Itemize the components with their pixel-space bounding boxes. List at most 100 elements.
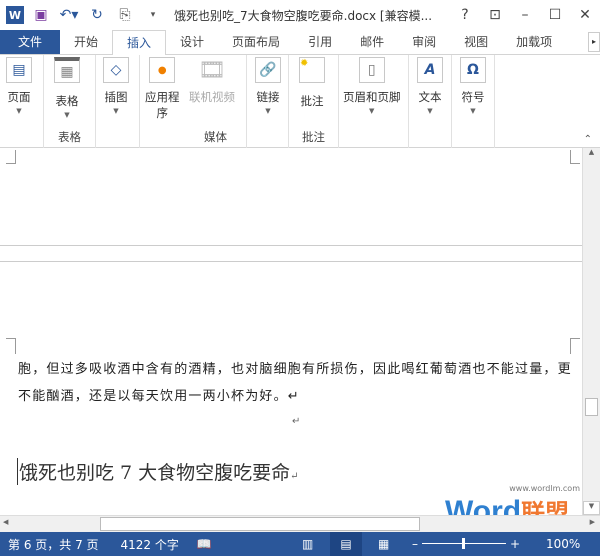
symbols-group: Ω 符号 ▼ [452, 55, 495, 148]
save-icon[interactable]: ▣ [30, 4, 52, 26]
pages-label: 页面 [7, 90, 31, 104]
zoom-level[interactable]: 100% [546, 537, 580, 551]
horizontal-scrollbar[interactable]: ◀ ▶ [0, 515, 600, 532]
apps-label: 应用程 [145, 90, 180, 104]
app-icon: ● [149, 57, 176, 83]
customize-qat-icon[interactable]: ▾ [142, 4, 164, 26]
paragraph-mark: ↵ [290, 471, 299, 482]
illustrations-group: ◇ 插图 ▼ [96, 55, 140, 148]
text-label: 文本 [418, 90, 442, 104]
tab-layout[interactable]: 页面布局 [218, 30, 294, 54]
table-button[interactable]: ▦ 表格 ▼ [54, 57, 80, 119]
paragraph-mark: ↵ [292, 416, 301, 427]
margin-mark [570, 338, 580, 354]
scroll-up-icon[interactable]: ▲ [583, 148, 600, 162]
status-bar: 第 6 页，共 7 页 4122 个字 📖 ▥ ▤ ▦ – + 100% [0, 532, 600, 556]
illustrations-label: 插图 [104, 90, 128, 104]
scroll-down-icon[interactable]: ▼ [583, 501, 600, 515]
watermark-url: www.wordlm.com [509, 484, 580, 493]
tab-home[interactable]: 开始 [60, 30, 112, 54]
window-title: 饿死也别吃_7大食物空腹吃要命.docx [兼容模... [174, 8, 433, 23]
heading-text: 饿死也别吃 7 大食物空腹吃要命 [19, 462, 291, 484]
collapse-ribbon-icon[interactable]: ⌃ [584, 134, 592, 145]
undo-icon[interactable]: ↶▾ [58, 4, 80, 26]
tab-references[interactable]: 引用 [294, 30, 346, 54]
close-button[interactable]: ✕ [570, 0, 600, 30]
illustrations-button[interactable]: ◇ 插图 ▼ [103, 57, 129, 115]
margin-mark [570, 150, 580, 164]
proofing-icon[interactable]: 📖 [197, 537, 212, 551]
ribbon-tabs: 文件 开始 插入 设计 页面布局 引用 邮件 审阅 视图 加载项 ▸ [0, 30, 600, 56]
redo-icon[interactable]: ↻ [86, 4, 108, 26]
word-logo-icon: W [6, 6, 24, 24]
links-button[interactable]: 🔗 链接 ▼ [255, 57, 281, 115]
text-group: A 文本 ▼ [409, 55, 452, 148]
read-mode-icon[interactable]: ▥ [302, 537, 313, 551]
omega-icon: Ω [460, 57, 486, 83]
symbols-button[interactable]: Ω 符号 ▼ [460, 57, 486, 115]
scroll-left-icon[interactable]: ◀ [3, 518, 8, 526]
page-break-bottom [0, 245, 582, 262]
comments-group-label: 批注 [302, 130, 325, 144]
zoom-slider[interactable] [422, 538, 506, 549]
print-layout-icon[interactable]: ▤ [330, 532, 362, 556]
header-footer-group: ▯ 页眉和页脚 ▼ [339, 55, 409, 148]
tab-addins[interactable]: 加载项 [502, 30, 566, 54]
pages-button[interactable]: ▤ 页面 ▼ [6, 57, 32, 115]
header-footer-icon: ▯ [358, 57, 385, 83]
document-area[interactable]: 胞，但过多吸收酒中含有的酒精，也对脑细胞有所损伤，因此喝红葡萄酒也不能过量，更不… [0, 148, 582, 528]
margin-mark [6, 338, 16, 354]
ribbon: ▤ 页面 ▼ ▦ 表格 ▼ 表格 ◇ 插图 ▼ ● 应用程序 🎞 联机视频 媒体 🔗 链接 ▼ ✹ 批… [0, 55, 600, 148]
pages-group: ▤ 页面 ▼ [0, 55, 44, 148]
tab-mailings[interactable]: 邮件 [346, 30, 398, 54]
header-footer-button[interactable]: ▯ 页眉和页脚 ▼ [343, 57, 401, 115]
tab-design[interactable]: 设计 [166, 30, 218, 54]
tables-group-label: 表格 [58, 130, 81, 144]
body-paragraph[interactable]: 胞，但过多吸收酒中含有的酒精，也对脑细胞有所损伤，因此喝红葡萄酒也不能过量，更不… [18, 356, 574, 410]
tab-file[interactable]: 文件 [0, 30, 60, 54]
comment-icon: ✹ [299, 57, 325, 83]
apps-label-2: 序 [156, 106, 169, 120]
minimize-button[interactable]: – [510, 0, 540, 30]
title-bar: W ▣ ↶▾ ↻ ⎘ ▾ 饿死也别吃_7大食物空腹吃要命.docx [兼容模..… [0, 0, 600, 30]
tab-scroll-right-icon[interactable]: ▸ [588, 32, 600, 52]
shapes-icon: ◇ [103, 57, 129, 83]
vertical-scrollbar[interactable]: ▲ ▼ [582, 148, 600, 515]
ribbon-display-button[interactable]: ⊡ [480, 0, 510, 30]
links-group: 🔗 链接 ▼ [247, 55, 289, 148]
media-group-label: 媒体 [204, 130, 227, 144]
tab-insert[interactable]: 插入 [112, 30, 167, 56]
margin-mark [6, 150, 16, 164]
video-icon: 🎞 [198, 57, 226, 83]
text-button[interactable]: A 文本 ▼ [417, 57, 443, 115]
maximize-button[interactable]: ☐ [540, 0, 570, 30]
online-video-button[interactable]: 🎞 联机视频 [189, 57, 235, 105]
link-icon: 🔗 [255, 57, 281, 83]
tab-review[interactable]: 审阅 [398, 30, 450, 54]
comments-group: ✹ 批注 批注 [289, 55, 339, 148]
zoom-out-icon[interactable]: – [412, 537, 418, 551]
tables-group: ▦ 表格 ▼ 表格 [44, 55, 96, 148]
horizontal-scroll-thumb[interactable] [100, 517, 420, 531]
table-label: 表格 [55, 94, 79, 108]
comment-label: 批注 [300, 94, 324, 108]
online-video-label: 联机视频 [189, 90, 235, 104]
vertical-scroll-thumb[interactable] [585, 398, 598, 416]
zoom-in-icon[interactable]: + [510, 537, 520, 551]
links-label: 链接 [256, 90, 280, 104]
table-icon: ▦ [54, 57, 80, 83]
touch-mode-icon[interactable]: ⎘ [114, 4, 136, 26]
zoom-slider-thumb[interactable] [462, 538, 465, 549]
page-icon: ▤ [6, 57, 32, 83]
media-group: 🎞 联机视频 媒体 [185, 55, 247, 148]
help-button[interactable]: ? [450, 0, 480, 30]
apps-button[interactable]: ● 应用程序 [145, 57, 180, 121]
page-count[interactable]: 第 6 页，共 7 页 [8, 536, 99, 553]
comment-button[interactable]: ✹ 批注 [299, 57, 325, 109]
scroll-right-icon[interactable]: ▶ [590, 518, 595, 526]
word-count[interactable]: 4122 个字 [121, 536, 179, 553]
text-box-icon: A [417, 57, 443, 83]
heading-paragraph[interactable]: 饿死也别吃 7 大食物空腹吃要命↵ [17, 458, 299, 485]
tab-view[interactable]: 视图 [450, 30, 502, 54]
web-layout-icon[interactable]: ▦ [378, 537, 389, 551]
